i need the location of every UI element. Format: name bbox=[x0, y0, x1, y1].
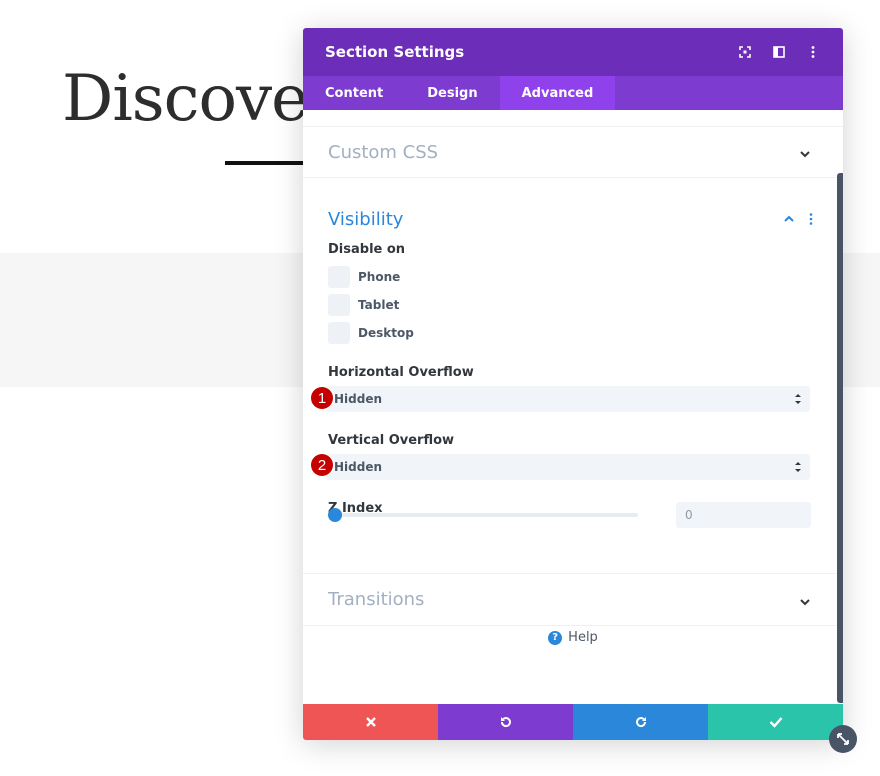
split-view-icon[interactable] bbox=[771, 44, 787, 60]
transitions-label: Transitions bbox=[328, 589, 425, 610]
chevron-down-icon bbox=[799, 593, 813, 607]
check-icon bbox=[769, 717, 782, 728]
redo-button[interactable] bbox=[573, 704, 708, 740]
redo-icon bbox=[635, 717, 646, 728]
undo-icon bbox=[500, 717, 511, 728]
annotation-badge-2: 2 bbox=[311, 454, 333, 476]
modal-footer bbox=[303, 704, 843, 740]
disable-tablet-option[interactable]: Tablet bbox=[328, 291, 813, 319]
help-label: Help bbox=[568, 630, 598, 645]
visibility-label: Visibility bbox=[328, 208, 404, 230]
scrollbar[interactable] bbox=[837, 173, 843, 703]
disable-desktop-option[interactable]: Desktop bbox=[328, 319, 813, 347]
vertical-overflow-label: Vertical Overflow bbox=[328, 433, 455, 448]
disable-on-label: Disable on bbox=[328, 242, 406, 257]
chevron-down-icon bbox=[799, 145, 813, 159]
modal-header: Section Settings bbox=[303, 28, 843, 76]
tab-content[interactable]: Content bbox=[303, 76, 405, 110]
undo-button[interactable] bbox=[438, 704, 573, 740]
section-settings-modal: Section Settings Content Design Advanced… bbox=[303, 28, 843, 740]
modal-tabs: Content Design Advanced bbox=[303, 76, 843, 110]
z-index-slider[interactable] bbox=[328, 508, 638, 522]
custom-css-label: Custom CSS bbox=[328, 141, 439, 163]
page-heading: Discover bbox=[62, 62, 339, 136]
vertical-overflow-select[interactable]: Hidden bbox=[325, 454, 810, 480]
custom-css-toggle[interactable]: Custom CSS bbox=[303, 126, 843, 178]
horizontal-overflow-value: Hidden bbox=[334, 392, 383, 406]
resize-handle[interactable] bbox=[829, 725, 857, 753]
heading-divider bbox=[225, 161, 315, 165]
desktop-label: Desktop bbox=[358, 326, 414, 340]
expand-icon[interactable] bbox=[737, 44, 753, 60]
horizontal-overflow-select[interactable]: Hidden bbox=[325, 386, 810, 412]
save-button[interactable] bbox=[708, 704, 843, 740]
vertical-overflow-value: Hidden bbox=[334, 460, 383, 474]
slider-thumb[interactable] bbox=[328, 508, 342, 522]
horizontal-overflow-label: Horizontal Overflow bbox=[328, 365, 474, 380]
close-icon bbox=[365, 717, 376, 727]
tablet-label: Tablet bbox=[358, 298, 400, 312]
select-arrows-icon bbox=[794, 392, 802, 406]
tablet-checkbox[interactable] bbox=[328, 294, 350, 316]
select-arrows-icon bbox=[794, 460, 802, 474]
visibility-header[interactable]: Visibility bbox=[328, 178, 813, 250]
tab-advanced[interactable]: Advanced bbox=[499, 76, 616, 110]
slider-track[interactable] bbox=[328, 513, 638, 517]
transitions-toggle[interactable]: Transitions bbox=[303, 574, 843, 626]
more-vertical-icon[interactable] bbox=[809, 210, 813, 229]
z-index-input[interactable]: 0 bbox=[676, 502, 811, 528]
header-icons bbox=[737, 44, 821, 60]
cancel-button[interactable] bbox=[303, 704, 438, 740]
tab-design[interactable]: Design bbox=[405, 76, 499, 110]
annotation-badge-1: 1 bbox=[311, 387, 333, 409]
help-link[interactable]: ? Help bbox=[303, 630, 843, 645]
modal-body: Custom CSS Visibility Disable on Phone T… bbox=[303, 110, 843, 704]
resize-icon bbox=[837, 733, 849, 745]
desktop-checkbox[interactable] bbox=[328, 322, 350, 344]
help-icon: ? bbox=[548, 630, 563, 645]
modal-title: Section Settings bbox=[325, 43, 465, 61]
phone-checkbox[interactable] bbox=[328, 266, 350, 288]
chevron-up-icon[interactable] bbox=[783, 210, 795, 229]
more-vertical-icon[interactable] bbox=[805, 44, 821, 60]
disable-phone-option[interactable]: Phone bbox=[328, 263, 813, 291]
phone-label: Phone bbox=[358, 270, 401, 284]
